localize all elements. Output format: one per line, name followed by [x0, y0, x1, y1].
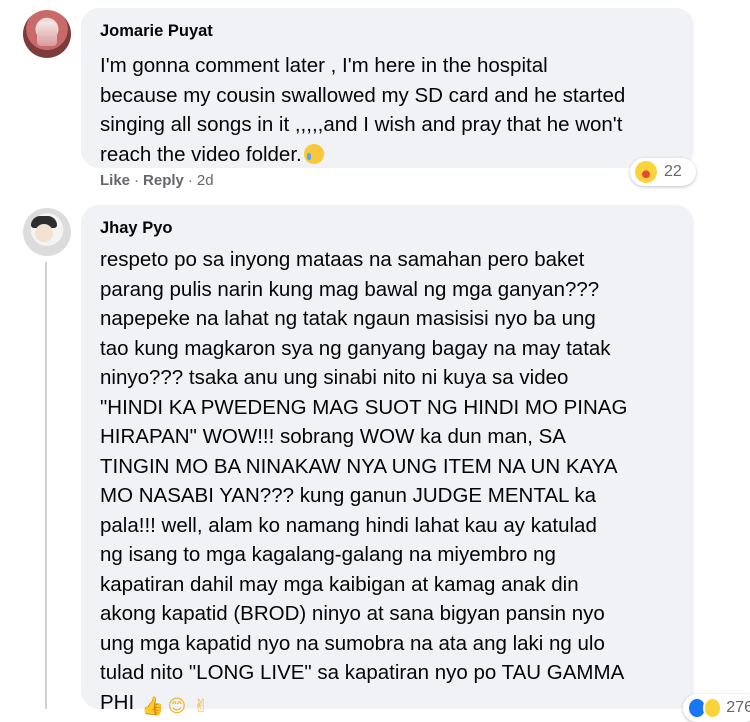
comment-author[interactable]: Jomarie Puyat	[100, 22, 213, 41]
like-button[interactable]: Like	[100, 172, 130, 189]
reaction-count: 276	[726, 699, 750, 716]
reaction-summary[interactable]: 22	[630, 158, 696, 186]
comment-body: I'm gonna comment later , I'm here in th…	[100, 54, 626, 166]
comment-text: I'm gonna comment later , I'm here in th…	[100, 51, 676, 169]
reaction-count: 22	[664, 163, 682, 180]
avatar[interactable]	[23, 10, 71, 58]
haha-icon	[702, 697, 723, 719]
victory-hand-icon: ✌	[193, 695, 209, 716]
smiling-face-icon: 😊	[167, 695, 187, 716]
dot-separator: ·	[187, 172, 193, 189]
comment-actions: Like · Reply · 2d	[100, 172, 214, 189]
reply-button[interactable]: Reply	[143, 172, 184, 189]
crying-face-icon	[303, 143, 324, 164]
comment-bubble: Jhay Pyo respeto po sa inyong mataas na …	[81, 205, 694, 716]
comment-body: respeto po sa inyong mataas na samahan p…	[100, 248, 628, 714]
comment-timestamp[interactable]: 2d	[197, 172, 214, 189]
reaction-summary[interactable]: 276	[683, 694, 750, 722]
dot-separator: ·	[134, 172, 140, 189]
reply-thread-line	[45, 262, 47, 709]
avatar[interactable]	[23, 208, 71, 256]
haha-icon	[634, 160, 658, 184]
comment-author[interactable]: Jhay Pyo	[100, 219, 172, 238]
comment-text: respeto po sa inyong mataas na samahan p…	[100, 245, 676, 717]
thumbs-up-icon: 👍	[141, 695, 165, 716]
comment-bubble: Jomarie Puyat I'm gonna comment later , …	[81, 8, 694, 168]
